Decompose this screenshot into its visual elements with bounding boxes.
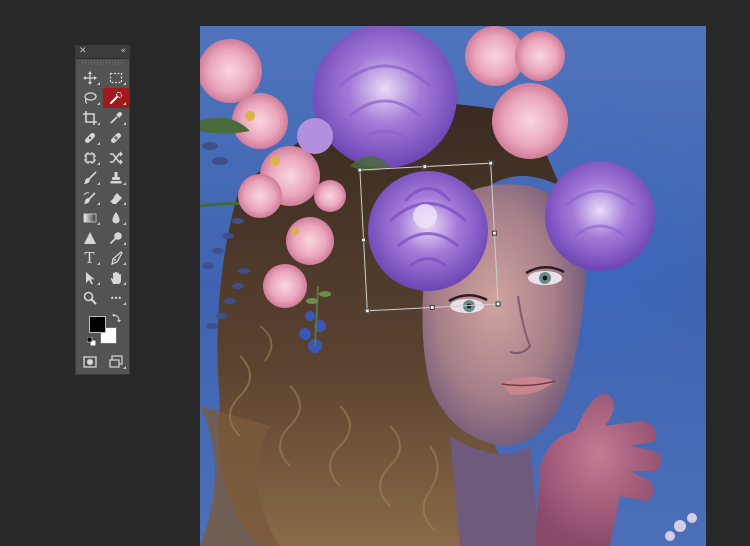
- stamp-icon: [110, 172, 121, 184]
- hand-tool[interactable]: [103, 268, 129, 288]
- panel-grip[interactable]: [82, 60, 123, 65]
- history-brush-tool[interactable]: [77, 188, 103, 208]
- transform-handle-top-right[interactable]: [488, 160, 494, 166]
- bandage-brush-icon: [110, 133, 121, 143]
- lasso-icon: [83, 92, 97, 105]
- panel-bottom-row: [76, 352, 129, 372]
- bandage-icon: [84, 133, 95, 143]
- eraser-icon: [109, 193, 122, 204]
- dodge-tool[interactable]: [103, 228, 129, 248]
- pen-tool[interactable]: [103, 248, 129, 268]
- patch-icon: [83, 152, 96, 164]
- tool-group-indicator: [122, 202, 126, 205]
- path-selection-tool[interactable]: [77, 268, 103, 288]
- healing-brush-tool[interactable]: [103, 128, 129, 148]
- type-tool[interactable]: T: [77, 248, 103, 268]
- tool-group-indicator: [122, 182, 126, 185]
- tool-group-indicator: [122, 102, 126, 105]
- quick-mask-button[interactable]: [77, 352, 103, 372]
- crossed-arrows-icon: [109, 151, 123, 165]
- arrow-pointer-icon: [85, 272, 94, 285]
- tool-group-indicator: [122, 222, 126, 225]
- default-colors-icon[interactable]: [87, 337, 96, 346]
- marquee-icon: [109, 72, 122, 84]
- crop-tool[interactable]: [77, 108, 103, 128]
- tool-group-indicator: [96, 142, 100, 145]
- transform-handle-top[interactable]: [422, 163, 428, 170]
- transform-handle-bottom-left[interactable]: [364, 308, 370, 314]
- clone-stamp-tool[interactable]: [103, 168, 129, 188]
- brush-tool[interactable]: [77, 168, 103, 188]
- panel-header[interactable]: ✕ «: [76, 46, 129, 59]
- color-swatches: [76, 312, 129, 352]
- sharpen-tool[interactable]: [77, 228, 103, 248]
- triangle-icon: [83, 232, 96, 244]
- quick-mask-icon: [82, 356, 97, 368]
- eraser-tool[interactable]: [103, 188, 129, 208]
- crop-icon: [82, 111, 97, 125]
- tool-group-indicator: [122, 302, 126, 305]
- zoom-tool[interactable]: [77, 288, 103, 308]
- tool-group-indicator: [96, 162, 100, 165]
- close-icon[interactable]: ✕: [79, 45, 87, 57]
- tool-grid: T •••: [76, 68, 129, 308]
- free-transform-box[interactable]: [357, 160, 501, 314]
- type-icon: T: [84, 248, 95, 267]
- tool-group-indicator: [96, 202, 100, 205]
- tool-group-indicator: [96, 262, 100, 265]
- tool-group-indicator: [96, 102, 100, 105]
- tools-panel: ✕ « T •••: [75, 45, 130, 375]
- content-aware-move-tool[interactable]: [77, 148, 103, 168]
- blur-tool[interactable]: [103, 208, 129, 228]
- quick-selection-icon: [109, 91, 122, 104]
- tool-group-indicator: [122, 282, 126, 285]
- pen-icon: [110, 251, 123, 265]
- eyedropper-icon: [109, 112, 122, 124]
- document-canvas[interactable]: [200, 26, 706, 546]
- tool-group-indicator: [122, 82, 126, 85]
- quick-selection-tool[interactable]: [102, 88, 129, 108]
- tool-group-indicator: [122, 262, 126, 265]
- tool-group-indicator: [96, 222, 100, 225]
- tool-group-indicator: [96, 82, 100, 85]
- collapse-panel-icon[interactable]: «: [120, 45, 126, 57]
- tool-group-indicator: [122, 122, 126, 125]
- history-brush-icon: [83, 192, 96, 204]
- more-icon: •••: [109, 293, 122, 303]
- screen-mode-icon: [108, 355, 123, 368]
- transform-handle-top-left[interactable]: [357, 167, 363, 173]
- tool-group-indicator: [96, 182, 100, 185]
- transform-handle-left[interactable]: [360, 237, 367, 243]
- move-tool[interactable]: [77, 68, 103, 88]
- gradient-icon: [83, 213, 96, 223]
- magnifier-icon: [83, 291, 97, 305]
- tool-group-indicator: [122, 366, 126, 369]
- lasso-tool[interactable]: [77, 88, 103, 108]
- transform-handle-bottom[interactable]: [429, 304, 435, 311]
- patch-tool[interactable]: [103, 148, 129, 168]
- water-drop-icon: [111, 212, 120, 224]
- hand-icon: [110, 271, 121, 284]
- rectangular-marquee-tool[interactable]: [103, 68, 129, 88]
- move-icon: [82, 71, 97, 85]
- swap-colors-icon[interactable]: [112, 314, 121, 323]
- tool-group-indicator: [96, 282, 100, 285]
- dodge-icon: [109, 232, 122, 245]
- tool-group-indicator: [122, 242, 126, 245]
- foreground-color-swatch[interactable]: [89, 316, 106, 333]
- more-tools[interactable]: •••: [103, 288, 129, 308]
- spot-healing-brush-tool[interactable]: [77, 128, 103, 148]
- transform-handle-right[interactable]: [491, 230, 498, 236]
- brush-icon: [83, 171, 97, 184]
- tool-group-indicator: [96, 122, 100, 125]
- eyedropper-tool[interactable]: [103, 108, 129, 128]
- transform-handle-bottom-right[interactable]: [495, 301, 501, 307]
- screen-mode-button[interactable]: [103, 352, 129, 372]
- gradient-tool[interactable]: [77, 208, 103, 228]
